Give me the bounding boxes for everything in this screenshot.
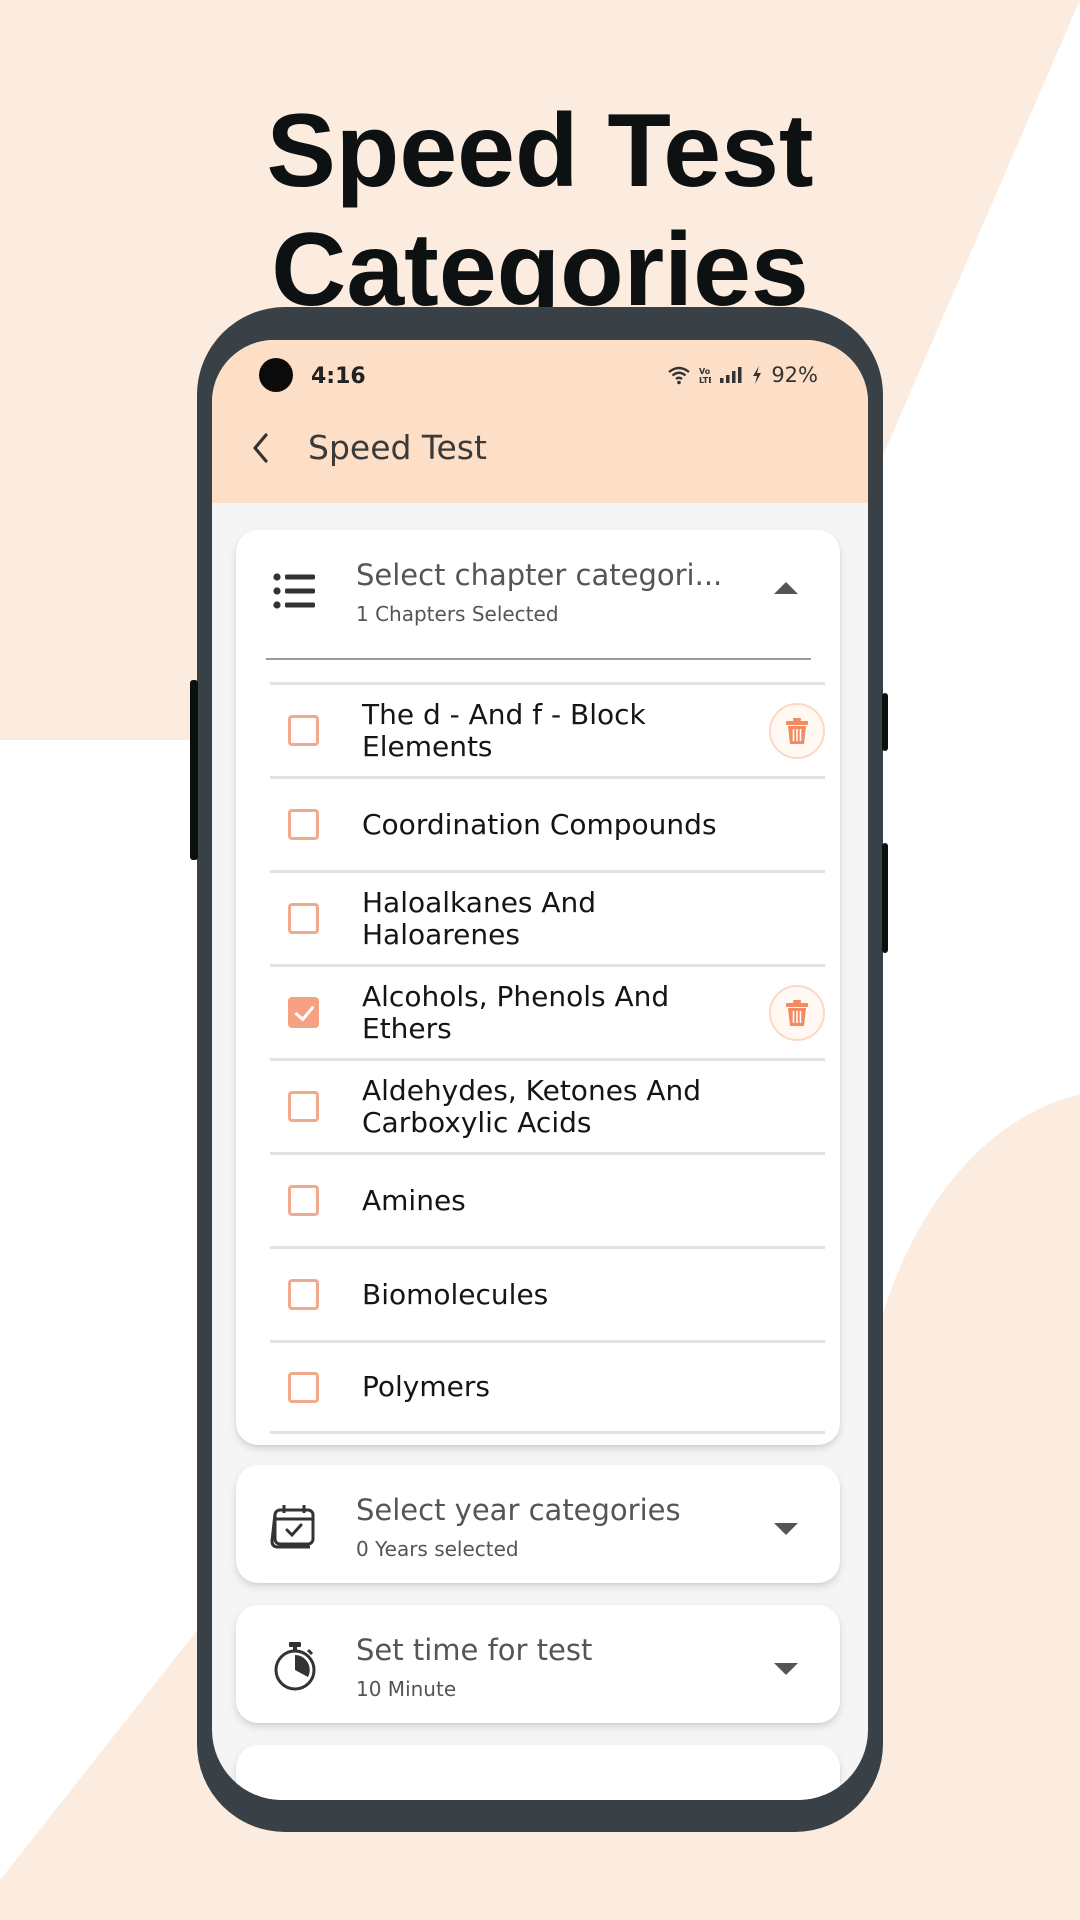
chapter-list-item[interactable]: Amines xyxy=(270,1152,825,1246)
chapter-category-card: Select chapter categori... 1 Chapters Se… xyxy=(236,530,840,1445)
trash-icon xyxy=(786,999,808,1026)
status-time: 4:16 xyxy=(311,364,366,389)
list-icon xyxy=(273,573,315,609)
promo-headline: Speed Test Categories xyxy=(266,93,814,328)
test-time-value: 10 Minute xyxy=(356,1677,457,1701)
phone-screen: 4:16 Vo LTE 92% Speed Test Select chapte… xyxy=(212,340,868,1800)
chapter-list-item[interactable]: Alcohols, Phenols And Ethers xyxy=(270,964,825,1058)
calendar-check-icon xyxy=(270,1505,315,1549)
test-time-title: Set time for test xyxy=(356,1633,593,1667)
chapter-checkbox[interactable] xyxy=(288,1371,319,1403)
charging-icon xyxy=(753,366,762,384)
chapter-list-item[interactable]: Coordination Compounds xyxy=(270,776,825,870)
test-time-header: Set time for test 10 Minute xyxy=(236,1605,840,1723)
volte-icon: Vo LTE xyxy=(699,367,711,385)
chapter-checkbox[interactable] xyxy=(288,903,319,934)
wifi-icon xyxy=(668,366,691,385)
year-category-title: Select year categories xyxy=(356,1493,681,1527)
chapter-list-item[interactable]: The d - And f - Block Elements xyxy=(270,682,825,776)
chapter-name: Polymers xyxy=(362,1370,490,1403)
svg-text:Vo: Vo xyxy=(699,367,711,376)
divider xyxy=(266,658,811,660)
year-category-card[interactable]: Select year categories 0 Years selected xyxy=(236,1465,840,1583)
chapter-list-item[interactable]: Polymers xyxy=(270,1340,825,1434)
chapter-list-item[interactable]: Aldehydes, Ketones And Carboxylic Acids xyxy=(270,1058,825,1152)
year-category-header: Select year categories 0 Years selected xyxy=(236,1465,840,1583)
year-category-count: 0 Years selected xyxy=(356,1537,519,1561)
caret-down-icon[interactable] xyxy=(774,1663,798,1675)
chapter-list: The d - And f - Block Elements Coordinat… xyxy=(270,682,825,1434)
chapter-category-count: 1 Chapters Selected xyxy=(356,602,559,626)
phone-side-button-left xyxy=(190,680,198,860)
chapter-name: Aldehydes, Ketones And Carboxylic Acids xyxy=(362,1073,702,1139)
chapter-name: Amines xyxy=(362,1183,466,1217)
chapter-category-title: Select chapter categori... xyxy=(356,558,723,592)
signal-icon xyxy=(720,367,742,383)
chapter-name: Biomolecules xyxy=(362,1277,549,1311)
stopwatch-icon xyxy=(274,1642,316,1691)
chapter-checkbox[interactable] xyxy=(288,1185,319,1216)
delete-button[interactable] xyxy=(769,984,825,1041)
battery-percent: 92% xyxy=(771,363,818,387)
phone-side-button-right-bottom xyxy=(882,843,888,953)
chapter-checkbox[interactable] xyxy=(288,715,319,746)
status-icons: Vo LTE 92% xyxy=(667,363,818,387)
caret-up-icon[interactable] xyxy=(774,582,798,594)
partial-card xyxy=(236,1745,840,1800)
chapter-name: Haloalkanes And Haloarenes xyxy=(362,885,597,951)
caret-down-icon[interactable] xyxy=(774,1523,798,1535)
phone-side-button-right-top xyxy=(882,693,888,751)
chapter-name: Alcohols, Phenols And Ethers xyxy=(362,979,670,1045)
chapter-name: Coordination Compounds xyxy=(362,807,717,841)
app-bar-title: Speed Test xyxy=(308,428,487,467)
chapter-checkbox[interactable] xyxy=(288,809,319,840)
chapter-checkbox[interactable] xyxy=(288,1091,319,1122)
chevron-left-icon xyxy=(253,433,268,463)
chapter-checkbox[interactable] xyxy=(288,1279,319,1310)
camera-cutout xyxy=(259,358,293,392)
chapter-category-header[interactable]: Select chapter categori... 1 Chapters Se… xyxy=(236,530,840,648)
chapter-checkbox[interactable] xyxy=(288,997,319,1028)
chapter-list-item[interactable]: Biomolecules xyxy=(270,1246,825,1340)
test-time-card[interactable]: Set time for test 10 Minute xyxy=(236,1605,840,1723)
trash-icon xyxy=(786,717,808,744)
delete-button[interactable] xyxy=(769,702,825,759)
chapter-name: The d - And f - Block Elements xyxy=(362,697,646,763)
app-bar: 4:16 Vo LTE 92% Speed Test xyxy=(212,340,868,503)
chapter-list-item[interactable]: Haloalkanes And Haloarenes xyxy=(270,870,825,964)
back-button[interactable] xyxy=(242,428,278,468)
svg-text:LTE: LTE xyxy=(699,376,711,385)
